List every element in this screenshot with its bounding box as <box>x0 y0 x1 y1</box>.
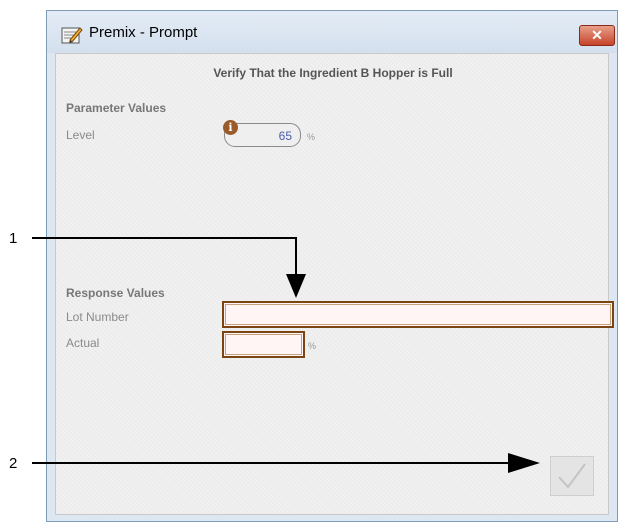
lot-number-input[interactable] <box>222 301 614 328</box>
callout-1-leader-vertical <box>295 237 297 277</box>
close-button[interactable]: ✕ <box>579 25 615 46</box>
actual-input[interactable] <box>222 331 305 358</box>
callout-2-arrowhead-icon <box>508 453 540 473</box>
level-unit: % <box>307 132 316 142</box>
callout-1-number: 1 <box>9 230 18 247</box>
level-value: 65 <box>278 129 292 143</box>
parameter-values-heading: Parameter Values <box>66 101 167 115</box>
callout-2-number: 2 <box>9 455 18 472</box>
response-values-heading: Response Values <box>66 286 165 300</box>
close-icon: ✕ <box>591 27 603 43</box>
checkmark-icon <box>558 463 586 489</box>
title-bar: Premix - Prompt ✕ <box>47 11 617 53</box>
confirm-button[interactable] <box>550 456 594 496</box>
lot-number-label: Lot Number <box>66 310 129 324</box>
prompt-body: Verify That the Ingredient B Hopper is F… <box>55 53 614 515</box>
premix-app-icon <box>61 27 83 44</box>
prompt-window: Premix - Prompt ✕ Verify That the Ingred… <box>46 10 618 522</box>
window-title: Premix - Prompt <box>89 24 198 41</box>
callout-2-leader <box>32 462 512 464</box>
actual-label: Actual <box>66 336 100 350</box>
actual-unit: % <box>308 341 317 351</box>
info-icon[interactable]: i <box>223 120 238 135</box>
level-label: Level <box>66 128 95 142</box>
callout-1-arrowhead-icon <box>286 274 306 298</box>
prompt-heading: Verify That the Ingredient B Hopper is F… <box>213 66 453 80</box>
callout-1-leader-horizontal <box>32 237 296 239</box>
